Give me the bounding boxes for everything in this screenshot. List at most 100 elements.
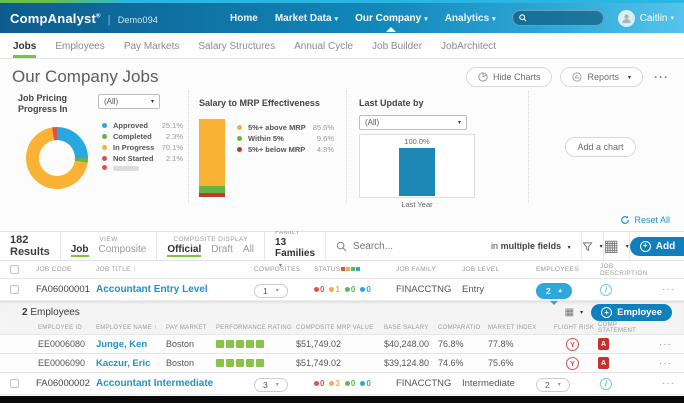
last-update-bar[interactable]: [399, 148, 435, 196]
employee-name-link[interactable]: Kaczur, Eric: [96, 358, 166, 369]
results-toolbar: 182 Results VIEW Job Composite COMPOSITE…: [0, 222, 684, 269]
chevron-down-icon: ▾: [150, 99, 154, 105]
tab-annual-cycle[interactable]: Annual Cycle: [294, 41, 353, 58]
reset-all-link[interactable]: Reset All: [620, 215, 670, 225]
composites-pill[interactable]: 1 ▾: [254, 283, 288, 298]
chevron-up-icon: ▴: [558, 288, 562, 294]
sort-asc-icon[interactable]: ↑: [154, 325, 157, 331]
job-description-icon[interactable]: i: [600, 283, 612, 296]
display-option-all[interactable]: All: [243, 244, 254, 257]
hide-charts-button[interactable]: Hide Charts: [465, 67, 553, 87]
mrp-effectiveness-chart: Salary to MRP Effectiveness 5%+ above MR…: [188, 91, 346, 203]
tab-jobarchitect[interactable]: JobArchitect: [441, 41, 496, 58]
tab-job-builder[interactable]: Job Builder: [372, 41, 422, 58]
add-button[interactable]: + Add ▾: [629, 236, 684, 256]
window-edge: [0, 396, 684, 403]
flight-risk-badge[interactable]: Y: [566, 356, 579, 370]
status-legend-icon: [356, 267, 361, 271]
last-update-chart: Last Update by (All) ▾ 100.0% Last Year: [346, 91, 528, 209]
employee-name-link[interactable]: Junge, Ken: [96, 339, 166, 350]
employees-expand-pill[interactable]: 2 ▾: [536, 377, 570, 392]
job-title-link[interactable]: Accountant Entry Level: [96, 284, 254, 295]
table-search: in multiple fields ▾: [326, 232, 582, 260]
results-count: 182 Results: [10, 234, 50, 258]
table-search-input[interactable]: [353, 240, 486, 252]
employee-columns-button[interactable]: ▦ ▾: [565, 307, 583, 318]
nav-market-data[interactable]: Market Data ▾: [275, 5, 338, 32]
job-pricing-filter-select[interactable]: (All) ▾: [98, 94, 160, 109]
last-update-filter-select[interactable]: (All) ▾: [359, 115, 467, 130]
search-scope-select[interactable]: in multiple fields ▾: [491, 241, 571, 251]
chevron-down-icon: ▾: [580, 310, 584, 316]
chevron-down-icon: ▾: [275, 382, 279, 388]
job-family-filter[interactable]: JOB FAMILY 13 Families ▾: [265, 222, 327, 269]
employees-table-header: EMPLOYEE ID EMPLOYEE NAME ↑ PAY MARKET P…: [38, 321, 637, 334]
select-all-checkbox[interactable]: [10, 265, 19, 274]
search-icon: [336, 241, 347, 252]
active-nav-indicator: [386, 26, 397, 32]
sort-asc-icon[interactable]: ↑: [133, 266, 137, 273]
chevron-down-icon: ▾: [599, 243, 603, 250]
tab-jobs[interactable]: Jobs: [13, 41, 37, 58]
job-description-icon[interactable]: i: [600, 377, 612, 390]
employees-expand-pill[interactable]: 2 ▴: [536, 282, 572, 305]
chevron-down-icon: ▾: [492, 15, 496, 23]
pdf-icon[interactable]: A: [598, 357, 609, 369]
legend-dot: [102, 165, 107, 171]
row-more-button[interactable]: ···: [662, 284, 684, 295]
nav-analytics[interactable]: Analytics ▾: [445, 5, 496, 32]
add-chart-slot: Add a chart: [528, 91, 672, 203]
status-legend-icon: [341, 267, 346, 271]
refresh-icon: [620, 215, 630, 225]
display-option-draft[interactable]: Draft: [211, 244, 233, 257]
legend-dot: [237, 125, 242, 130]
row-checkbox[interactable]: [10, 379, 19, 388]
x-axis-label: Last Year: [401, 200, 433, 209]
view-option-composite[interactable]: Composite: [99, 244, 147, 257]
environment-label: Demo094: [117, 14, 159, 25]
app-header: CompAnalyst® | Demo094 Home Market Data ▾ O…: [0, 3, 684, 33]
row-more-button[interactable]: ···: [654, 358, 684, 369]
table-row[interactable]: FA06000001 Accountant Entry Level 1 ▾ 0 1…: [0, 279, 684, 305]
chart-title: Job Pricing Progress In: [18, 93, 68, 114]
row-more-button[interactable]: ···: [654, 339, 684, 350]
employee-row[interactable]: EE0006080 Junge, Ken Boston $51,749.02 $…: [0, 334, 684, 353]
reports-button[interactable]: Reports ▾: [560, 67, 643, 87]
employee-row[interactable]: EE0006090 Kaczur, Eric Boston $51,749.02…: [0, 353, 684, 372]
global-search[interactable]: [511, 10, 604, 26]
nav-home[interactable]: Home: [230, 5, 258, 32]
status-counts: 0 3 0 0: [314, 379, 396, 388]
view-option-job[interactable]: Job: [70, 244, 89, 257]
flight-risk-badge[interactable]: Y: [566, 337, 579, 351]
job-title-link[interactable]: Accountant Intermediate: [96, 378, 254, 389]
display-option-official[interactable]: Official: [167, 244, 202, 257]
composites-pill[interactable]: 3 ▾: [254, 377, 288, 392]
row-more-button[interactable]: ···: [662, 378, 684, 389]
jobs-table-header: JOB CODE JOB TITLE ↑ COMPOSITES STATUS J…: [0, 261, 684, 279]
columns-button[interactable]: ▦ ▾: [604, 232, 630, 260]
chevron-down-icon: ▾: [625, 243, 629, 250]
brand-logo[interactable]: CompAnalyst® | Demo094: [10, 11, 158, 26]
tab-pay-markets[interactable]: Pay Markets: [124, 41, 180, 58]
mrp-bar[interactable]: [199, 119, 225, 197]
tab-employees[interactable]: Employees: [55, 41, 104, 58]
table-row[interactable]: FA06000002 Accountant Intermediate 3 ▾ 0 …: [0, 373, 684, 395]
tab-salary-structures[interactable]: Salary Structures: [198, 41, 275, 58]
pdf-icon[interactable]: A: [598, 338, 609, 350]
plus-circle-icon: +: [601, 307, 613, 318]
nav-our-company[interactable]: Our Company ▾: [355, 5, 428, 32]
user-menu[interactable]: Caitlin: [640, 13, 668, 24]
global-search-input[interactable]: [530, 13, 601, 23]
row-checkbox[interactable]: [10, 285, 19, 294]
avatar[interactable]: [617, 9, 635, 27]
filter-button[interactable]: ▾: [581, 232, 604, 260]
job-pricing-donut[interactable]: [26, 126, 88, 189]
add-chart-button[interactable]: Add a chart: [565, 137, 636, 157]
search-icon: [518, 14, 527, 22]
page-title: Our Company Jobs: [12, 67, 159, 86]
add-employee-button[interactable]: + Employee: [591, 304, 672, 321]
chevron-down-icon[interactable]: ▾: [670, 14, 674, 22]
more-options-button[interactable]: ···: [651, 70, 672, 84]
legend-dot: [237, 147, 242, 152]
legend-dot: [102, 122, 107, 128]
